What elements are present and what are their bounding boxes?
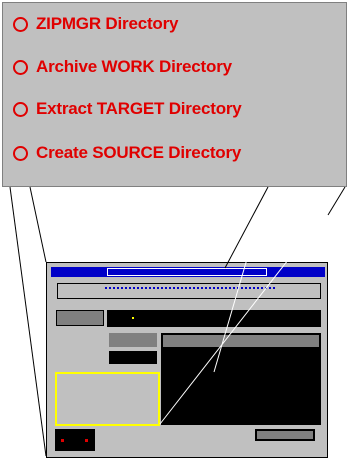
callout-line: [159, 186, 346, 425]
callout-line: [29, 186, 47, 263]
zoom-callout-lines: [9, 186, 346, 457]
callout-line: [9, 186, 47, 457]
callout-line: [224, 186, 269, 269]
callout-line: [327, 186, 346, 216]
